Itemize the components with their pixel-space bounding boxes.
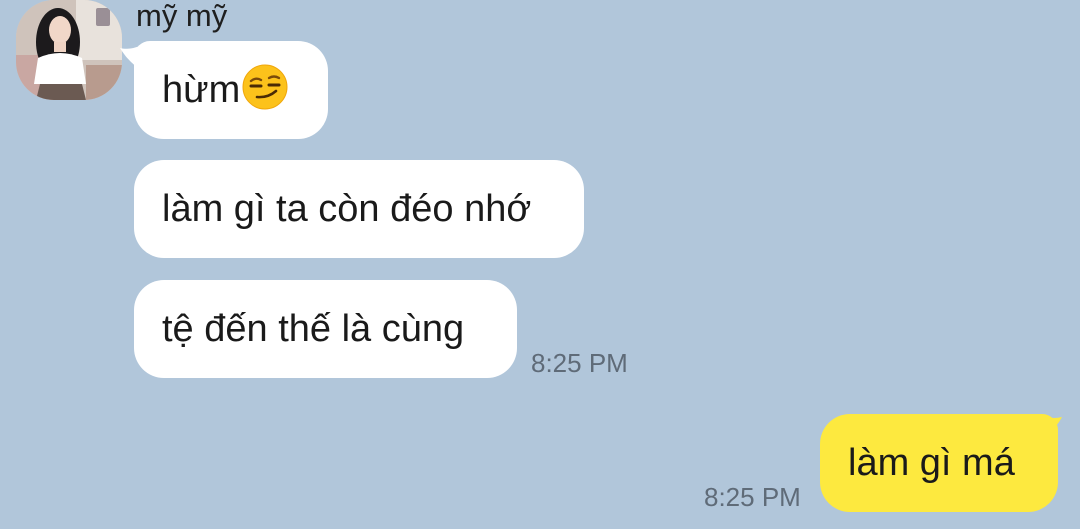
- avatar-photo-icon: [16, 0, 122, 100]
- message-timestamp: 8:25 PM: [531, 348, 628, 378]
- sender-avatar[interactable]: [16, 0, 122, 100]
- message-text: làm gì ta còn đéo nhớ: [162, 188, 532, 230]
- message-text: hừm: [162, 69, 241, 111]
- incoming-message-bubble[interactable]: làm gì ta còn đéo nhớ: [134, 160, 584, 258]
- smirking-face-emoji-icon: [242, 64, 288, 110]
- message-text: làm gì má: [848, 442, 1015, 484]
- message-timestamp: 8:25 PM: [704, 482, 801, 512]
- incoming-message-bubble[interactable]: tệ đến thế là cùng: [134, 280, 517, 378]
- sender-name: mỹ mỹ: [136, 0, 228, 33]
- message-text: tệ đến thế là cùng: [162, 308, 465, 350]
- incoming-message-bubble[interactable]: hừm: [134, 41, 328, 139]
- outgoing-message-bubble[interactable]: làm gì má: [820, 414, 1058, 512]
